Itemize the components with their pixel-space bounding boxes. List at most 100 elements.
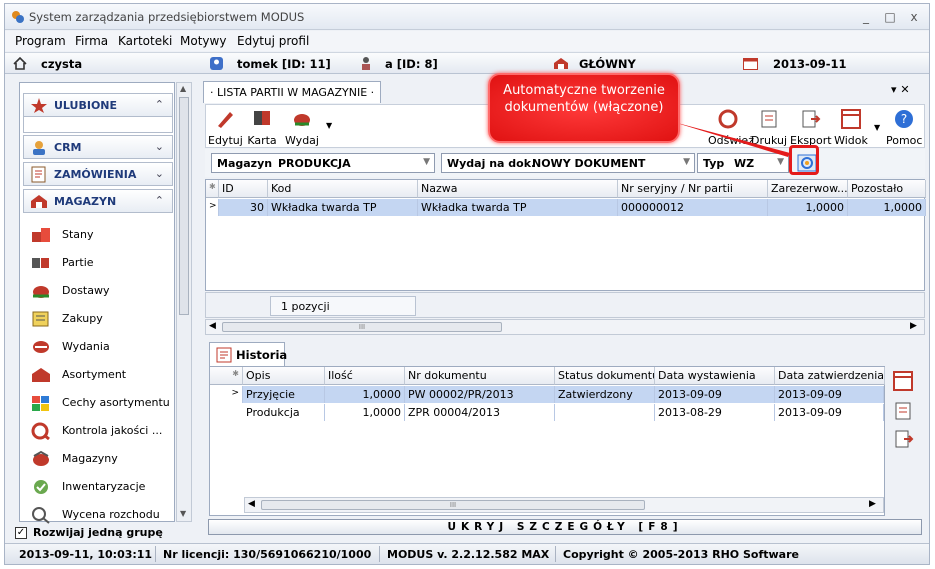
chevron-down-icon[interactable]: ⌄ [155, 140, 164, 153]
collapse-checkbox[interactable]: ✓ [15, 527, 27, 539]
help-icon: ? [895, 110, 913, 128]
help-button[interactable]: ? Pomoc [886, 107, 922, 147]
cell-opis: Przyjęcie [243, 386, 325, 403]
assortment-icon [32, 368, 50, 382]
sidebar-item-magazyny[interactable]: Magazyny [28, 447, 173, 471]
maximize-button[interactable]: □ [881, 9, 899, 25]
column-header-nr-seryjny[interactable]: Nr seryjny / Nr partii [618, 180, 768, 198]
sidebar-item-label: Magazyny [62, 452, 118, 465]
cell-kod: Wkładka twarda TP [268, 199, 418, 216]
table-row[interactable]: Produkcja 1,0000 ZPR 00004/2013 2013-08-… [210, 404, 884, 421]
column-header-id[interactable]: ID [219, 180, 268, 198]
tab-historia[interactable]: Historia [209, 342, 288, 366]
table-row[interactable]: > 30 Wkładka twarda TP Wkładka twarda TP… [206, 199, 926, 216]
column-header-nr-dokumentu[interactable]: Nr dokumentu [405, 367, 555, 385]
row-pointer-icon: > [210, 386, 243, 403]
column-header-pozostalo[interactable]: Pozostało [848, 180, 926, 198]
group-label: ULUBIONE [54, 99, 118, 112]
sidebar-item-wydania[interactable]: Wydania [28, 335, 173, 359]
status-divider [155, 546, 156, 562]
features-icon [32, 396, 49, 411]
issue-doc-select[interactable]: Wydaj na dok. NOWY DOKUMENT ▼ [441, 153, 695, 173]
view-icon[interactable] [892, 370, 914, 392]
hide-details-button[interactable]: UKRYJ SZCZEGÓŁY [F8] [208, 519, 922, 535]
sidebar-item-stany[interactable]: Stany [28, 223, 173, 247]
app-logo-icon [12, 11, 24, 23]
issue-doc-label: Wydaj na dok. [447, 157, 536, 170]
column-header-zarezerwowane[interactable]: Zarezerwow... [768, 180, 848, 198]
history-hscrollbar[interactable]: ◀ III ▶ [244, 497, 884, 513]
sidebar-group-ulubione[interactable]: ULUBIONE ⌃ [23, 93, 173, 117]
scroll-left-arrow-icon[interactable]: ◀ [248, 499, 255, 509]
tab-lista-partii[interactable]: · LISTA PARTII W MAGAZYNIE · [203, 81, 381, 103]
scroll-thumb[interactable]: III [261, 500, 645, 510]
menu-firma[interactable]: Firma [75, 34, 108, 48]
warehouse-select-value: PRODUKCJA [278, 157, 351, 170]
column-header-kod[interactable]: Kod [268, 180, 418, 198]
pencil-icon [218, 112, 233, 128]
tab-close-icon[interactable]: ▾ ✕ [891, 83, 910, 96]
print-icon[interactable] [892, 400, 914, 422]
home-icon[interactable] [13, 57, 27, 70]
view-button[interactable]: Widok [832, 107, 870, 147]
sidebar-item-dostawy[interactable]: Dostawy [28, 279, 173, 303]
sidebar-item-asortyment[interactable]: Asortyment [28, 363, 173, 387]
card-icon [254, 111, 270, 125]
scroll-right-arrow-icon[interactable]: ▶ [869, 499, 876, 509]
chevron-up-icon[interactable]: ⌃ [155, 98, 164, 111]
export-icon[interactable] [892, 428, 914, 450]
history-grid: ✱ Opis Ilość Nr dokumentu Status dokumen… [209, 366, 885, 516]
close-button[interactable]: x [905, 9, 923, 25]
scroll-right-arrow-icon[interactable]: ▶ [910, 321, 917, 331]
button-label: Wydaj [285, 134, 319, 147]
sidebar-scrollbar[interactable]: ▲ ▼ [176, 82, 192, 522]
sidebar-item-partie[interactable]: Partie [28, 251, 173, 275]
sidebar-group-magazyn[interactable]: MAGAZYN ⌃ [23, 189, 173, 213]
scroll-down-arrow-icon[interactable]: ▼ [180, 509, 186, 518]
sidebar-group-zamowienia[interactable]: ZAMÓWIENIA ⌄ [23, 162, 173, 186]
chevron-down-icon[interactable]: ⌄ [155, 167, 164, 180]
menu-kartoteki[interactable]: Kartoteki [118, 34, 172, 48]
minimize-button[interactable]: _ [857, 9, 875, 25]
sidebar-group-crm[interactable]: CRM ⌄ [23, 135, 173, 159]
sidebar-item-kontrola[interactable]: Kontrola jakości ... [28, 419, 173, 443]
scroll-thumb[interactable] [179, 97, 189, 315]
column-header-opis[interactable]: Opis [243, 367, 325, 385]
scroll-thumb[interactable]: III [222, 322, 502, 332]
sidebar-item-label: Wycena rozchodu [62, 508, 160, 521]
issue-dropdown-icon[interactable]: ▼ [326, 121, 332, 130]
menu-program[interactable]: Program [15, 34, 66, 48]
chevron-up-icon[interactable]: ⌃ [155, 194, 164, 207]
window-title: System zarządzania przedsiębiorstwem MOD… [29, 10, 305, 24]
column-header-data-zatwierdzenia[interactable]: Data zatwierdzenia [775, 367, 885, 385]
order-icon [31, 166, 46, 183]
sidebar-item-label: Asortyment [62, 368, 127, 381]
menu-motywy[interactable]: Motywy [180, 34, 226, 48]
cell-data-zatwierdzenia: 2013-09-09 [775, 404, 884, 421]
warehouses-icon [33, 450, 49, 466]
group-label: MAGAZYN [54, 195, 117, 208]
button-label: Edytuj [208, 134, 243, 147]
scroll-left-arrow-icon[interactable]: ◀ [209, 321, 216, 331]
sidebar-item-cechy[interactable]: Cechy asortymentu [28, 391, 173, 415]
sidebar-item-zakupy[interactable]: Zakupy [28, 307, 173, 331]
view-dropdown-icon[interactable]: ▼ [874, 123, 880, 132]
edit-button[interactable]: Edytuj [208, 107, 243, 147]
issue-doc-value: NOWY DOKUMENT [532, 157, 646, 170]
column-header-ilosc[interactable]: Ilość [325, 367, 405, 385]
chevron-down-icon[interactable]: ▼ [423, 157, 430, 167]
sidebar-item-label: Zakupy [62, 312, 103, 325]
warehouse-select[interactable]: Magazyn PRODUKCJA ▼ [211, 153, 435, 173]
sidebar-item-inwentaryzacje[interactable]: Inwentaryzacje [28, 475, 173, 499]
menu-edytuj-profil[interactable]: Edytuj profil [237, 34, 309, 48]
card-button[interactable]: Karta [246, 107, 278, 147]
column-header-data-wystawienia[interactable]: Data wystawienia [655, 367, 775, 385]
issue-button[interactable]: Wydaj [282, 107, 322, 147]
scroll-up-arrow-icon[interactable]: ▲ [180, 84, 186, 93]
column-header-status[interactable]: Status dokumentu [555, 367, 655, 385]
tab-label: Historia [236, 348, 288, 362]
parties-hscrollbar[interactable]: ◀ III ▶ [205, 319, 925, 335]
column-header-nazwa[interactable]: Nazwa [418, 180, 618, 198]
table-row[interactable]: > Przyjęcie 1,0000 PW 00002/PR/2013 Zatw… [210, 386, 884, 403]
collapse-option[interactable]: ✓ Rozwijaj jedną grupę [11, 524, 191, 542]
